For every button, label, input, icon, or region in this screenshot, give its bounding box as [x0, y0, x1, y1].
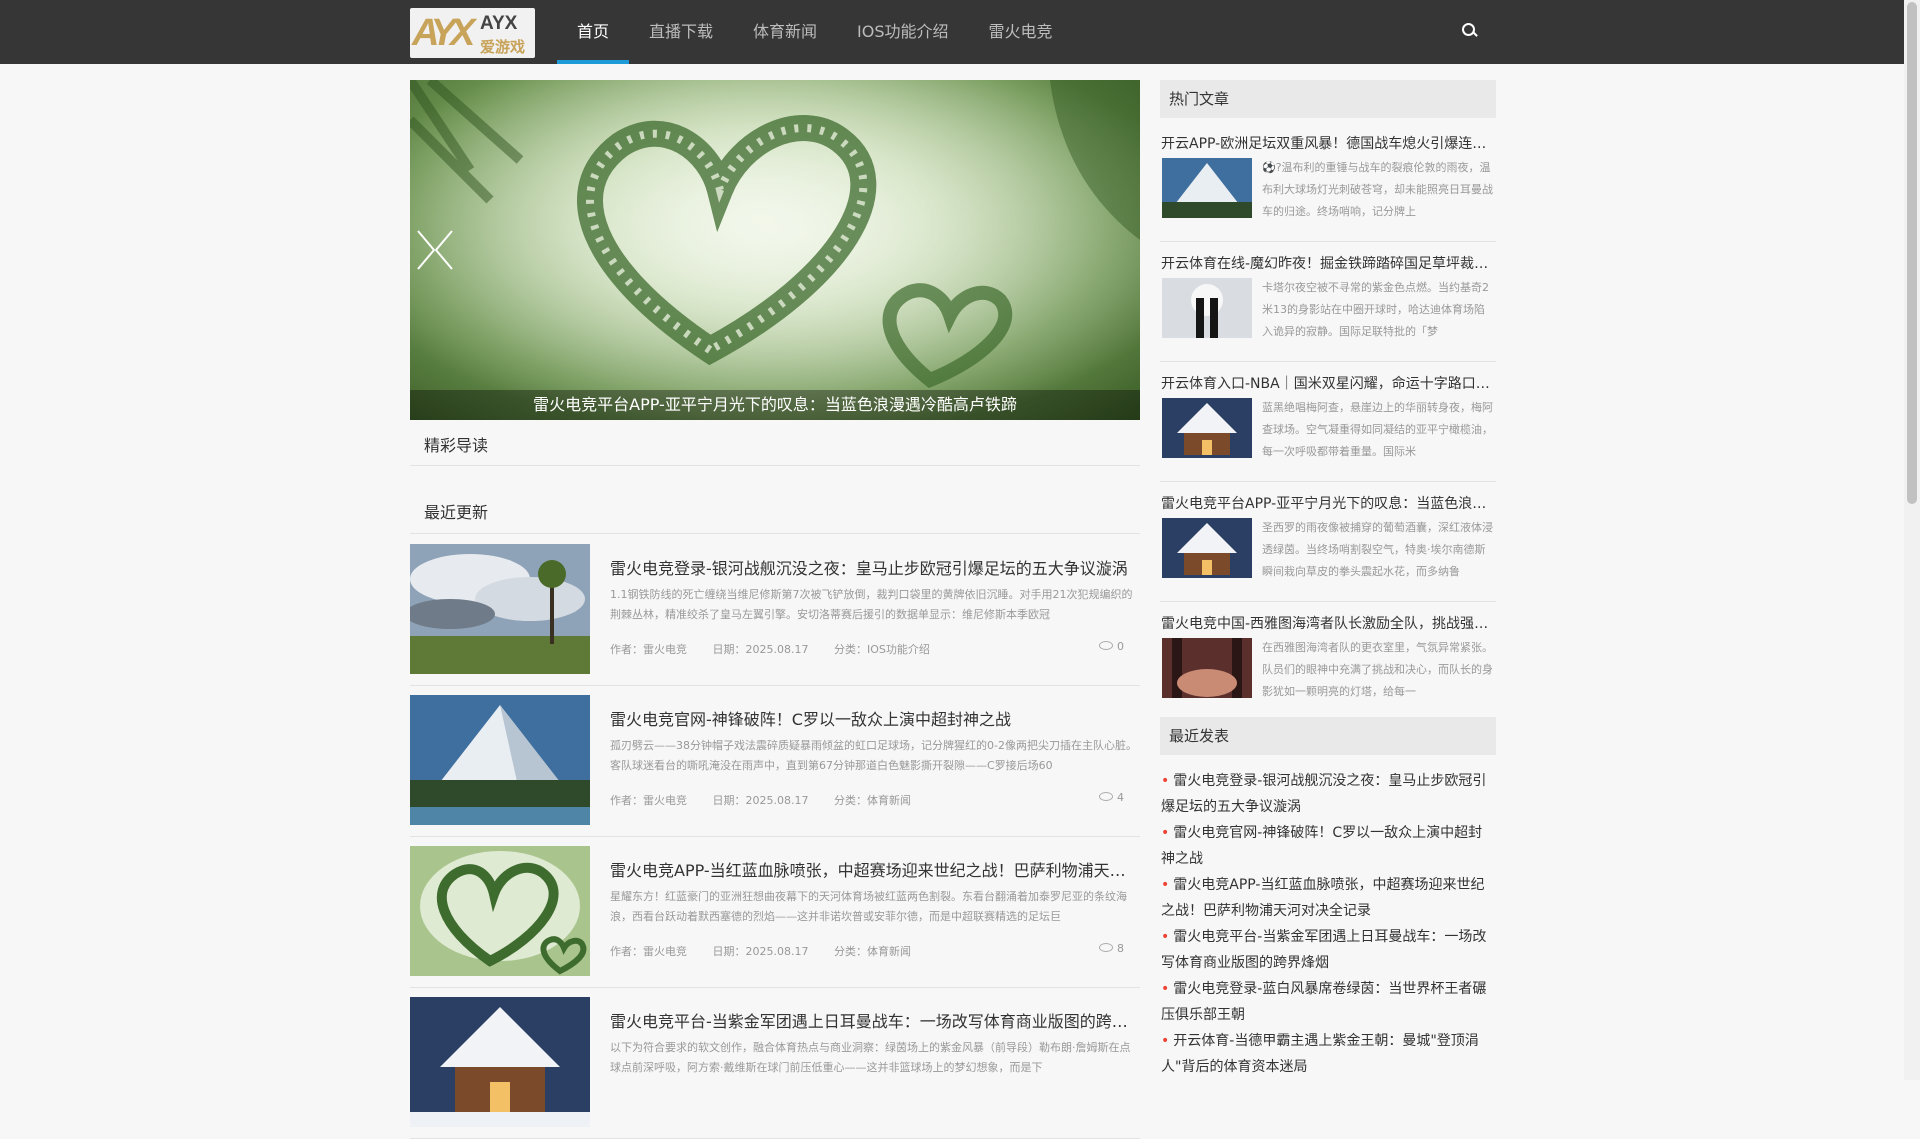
article-thumbnail[interactable] — [410, 544, 590, 674]
article-excerpt: 孤刃劈云——38分钟帽子戏法震碎质疑暴雨倾盆的虹口足球场，记分牌猩红的0-2像两… — [610, 739, 1137, 772]
article-meta: 作者：雷火电竞 日期：2025.08.17 分类：IOS功能介绍 — [610, 641, 952, 657]
recent-post-link[interactable]: • 雷火电竞官网-神锋破阵！C罗以一敌众上演中超封神之战 — [1160, 820, 1496, 872]
hot-article-title[interactable]: 雷火电竞平台APP-亚平宁月光下的叹息：当蓝色浪漫遇冷酷高卢铁蹄 — [1161, 493, 1491, 513]
hero-carousel[interactable]: 雷火电竞平台APP-亚平宁月光下的叹息：当蓝色浪漫遇冷酷高卢铁蹄 — [410, 80, 1140, 420]
article-title[interactable]: 雷火电竞官网-神锋破阵！C罗以一敌众上演中超封神之战 — [610, 706, 1140, 730]
hot-article-item: 开云体育在线-魔幻昨夜！掘金铁蹄踏碎国足草坪裁判争议 卡塔尔夜空被不寻常的紫金色… — [1160, 253, 1496, 362]
hot-article-excerpt: 卡塔尔夜空被不寻常的紫金色点燃。当约基奇2米13的身影站在中圈开球时，哈达迪体育… — [1262, 281, 1489, 338]
site-logo[interactable]: AYX AYX 爱游戏 — [410, 8, 535, 58]
hot-article-thumbnail[interactable] — [1162, 278, 1252, 338]
bullet-icon: • — [1161, 1033, 1170, 1049]
hot-article-excerpt: 蓝黑绝唱梅阿查，悬崖边上的华丽转身夜，梅阿查球场。空气凝重得如同凝结的亚平宁橄榄… — [1262, 401, 1493, 458]
nav-item-sports-news[interactable]: 体育新闻 — [733, 0, 837, 64]
article-author: 作者：雷火电竞 — [610, 794, 687, 807]
bullet-icon: • — [1161, 877, 1170, 893]
hot-article-excerpt: 圣西罗的雨夜像被捕穿的葡萄酒囊，深红液体浸透绿茵。当终场哨割裂空气，特奥·埃尔南… — [1262, 521, 1493, 578]
bullet-icon: • — [1161, 981, 1170, 997]
featured-section-header: 精彩导读 — [410, 420, 1140, 466]
recent-post-link[interactable]: • 开云体育-当德甲霸主遇上紫金王朝：曼城"登顶涓人"背后的体育资本迷局 — [1160, 1028, 1496, 1080]
article-item: 雷火电竞官网-神锋破阵！C罗以一敌众上演中超封神之战 孤刃劈云——38分钟帽子戏… — [410, 695, 1140, 837]
article-views: 0 — [1099, 640, 1124, 653]
logo-text: AYX — [480, 13, 518, 34]
bullet-icon: • — [1161, 825, 1170, 841]
article-excerpt: 1.1钢铁防线的死亡缠绕当维尼修斯第7次被飞铲放倒，裁判口袋里的黄牌依旧沉睡。对… — [610, 588, 1133, 621]
recent-post-link[interactable]: • 雷火电竞登录-银河战舰沉没之夜：皇马止步欧冠引爆足坛的五大争议漩涡 — [1160, 768, 1496, 820]
hot-article-item: 开云体育入口-NBA｜国米双星闪耀，命运十字路口的抉择 蓝黑绝唱梅阿查，悬崖边上… — [1160, 373, 1496, 482]
eye-icon — [1099, 792, 1113, 801]
recent-posts-title: 最近发表 — [1169, 727, 1230, 745]
recent-post-link[interactable]: • 雷火电竞平台-当紫金军团遇上日耳曼战车：一场改写体育商业版图的跨界烽烟 — [1160, 924, 1496, 976]
scrollbar-thumb[interactable] — [1907, 2, 1917, 504]
article-category[interactable]: 分类：IOS功能介绍 — [834, 643, 930, 656]
article-category[interactable]: 分类：体育新闻 — [834, 945, 911, 958]
article-excerpt: 星耀东方！红蓝豪门的亚洲狂想曲夜幕下的天河体育场被红蓝两色割裂。东看台翻涌着加泰… — [610, 890, 1127, 923]
hot-article-thumbnail[interactable] — [1162, 518, 1252, 578]
hot-article-title[interactable]: 开云体育入口-NBA｜国米双星闪耀，命运十字路口的抉择 — [1161, 373, 1491, 393]
chevron-right-icon[interactable] — [410, 225, 440, 275]
top-navbar: AYX AYX 爱游戏 首页 直播下载 体育新闻 IOS功能介绍 雷火电竞 — [0, 0, 1904, 64]
nav-item-leihuo-esports[interactable]: 雷火电竞 — [969, 0, 1073, 64]
hot-article-item: 开云APP-欧洲足坛双重风暴！德国战车熄火引爆连锁反应 ⚽?温布利的重锤与战车的… — [1160, 133, 1496, 242]
featured-section-title: 精彩导读 — [424, 436, 489, 455]
article-date: 日期：2025.08.17 — [712, 945, 809, 958]
hot-article-item: 雷火电竞中国-西雅图海湾者队长激励全队，挑战强敌迎来关键战役 在西雅图海湾者队的… — [1160, 613, 1496, 722]
article-item: 雷火电竞APP-当红蓝血脉喷张，中超赛场迎来世纪之战！巴萨利物浦天河对决全记录 … — [410, 846, 1140, 988]
article-author: 作者：雷火电竞 — [610, 945, 687, 958]
eye-icon — [1099, 641, 1113, 650]
hot-article-title[interactable]: 开云体育在线-魔幻昨夜！掘金铁蹄踏碎国足草坪裁判争议 — [1161, 253, 1491, 273]
article-date: 日期：2025.08.17 — [712, 643, 809, 656]
article-views: 8 — [1099, 942, 1124, 955]
bullet-icon: • — [1161, 773, 1170, 789]
article-title[interactable]: 雷火电竞平台-当紫金军团遇上日耳曼战车：一场改写体育商业版图的跨界烽烟 — [610, 1008, 1140, 1032]
article-item: 雷火电竞登录-银河战舰沉没之夜：皇马止步欧冠引爆足坛的五大争议漩涡 1.1钢铁防… — [410, 544, 1140, 686]
hot-article-thumbnail[interactable] — [1162, 638, 1252, 698]
hot-articles-header: 热门文章 — [1160, 80, 1496, 118]
article-title[interactable]: 雷火电竞APP-当红蓝血脉喷张，中超赛场迎来世纪之战！巴萨利物浦天河对决全记录 — [610, 857, 1140, 881]
recent-posts-list: • 雷火电竞登录-银河战舰沉没之夜：皇马止步欧冠引爆足坛的五大争议漩涡 • 雷火电竞… — [1160, 768, 1496, 1080]
bullet-icon: • — [1161, 929, 1170, 945]
nav-item-ios-features[interactable]: IOS功能介绍 — [837, 0, 968, 64]
article-meta: 作者：雷火电竞 日期：2025.08.17 分类：体育新闻 — [610, 943, 933, 959]
hot-article-thumbnail[interactable] — [1162, 158, 1252, 218]
nav-item-home[interactable]: 首页 — [557, 0, 630, 64]
latest-section-title: 最近更新 — [424, 503, 489, 522]
carousel-image — [410, 80, 1140, 420]
article-date: 日期：2025.08.17 — [712, 794, 809, 807]
article-item: 雷火电竞平台-当紫金军团遇上日耳曼战车：一场改写体育商业版图的跨界烽烟 以下为符… — [410, 997, 1140, 1139]
article-title[interactable]: 雷火电竞登录-银河战舰沉没之夜：皇马止步欧冠引爆足坛的五大争议漩涡 — [610, 555, 1140, 579]
article-excerpt: 以下为符合要求的软文创作，融合体育热点与商业洞察：绿茵场上的紫金风暴（前导段）勒… — [610, 1041, 1131, 1074]
main-nav: 首页 直播下载 体育新闻 IOS功能介绍 雷火电竞 — [557, 0, 1073, 64]
logo-mark: AYX — [412, 12, 475, 54]
hot-articles-title: 热门文章 — [1169, 90, 1230, 108]
hot-article-thumbnail[interactable] — [1162, 398, 1252, 458]
article-meta: 作者：雷火电竞 日期：2025.08.17 分类：体育新闻 — [610, 792, 933, 808]
logo-subtext: 爱游戏 — [480, 38, 526, 56]
article-views: 4 — [1099, 791, 1124, 804]
hot-article-item: 雷火电竞平台APP-亚平宁月光下的叹息：当蓝色浪漫遇冷酷高卢铁蹄 圣西罗的雨夜像… — [1160, 493, 1496, 602]
carousel-caption[interactable]: 雷火电竞平台APP-亚平宁月光下的叹息：当蓝色浪漫遇冷酷高卢铁蹄 — [410, 390, 1140, 420]
article-thumbnail[interactable] — [410, 997, 590, 1127]
recent-post-link[interactable]: • 雷火电竞登录-蓝白风暴席卷绿茵：当世界杯王者碾压俱乐部王朝 — [1160, 976, 1496, 1028]
hot-article-title[interactable]: 雷火电竞中国-西雅图海湾者队长激励全队，挑战强敌迎来关键战役 — [1161, 613, 1491, 633]
page-scrollbar[interactable] — [1904, 0, 1920, 1080]
latest-section-header: 最近更新 — [410, 486, 1140, 534]
recent-posts-header: 最近发表 — [1160, 717, 1496, 755]
article-thumbnail[interactable] — [410, 695, 590, 825]
hot-article-excerpt: ⚽?温布利的重锤与战车的裂痕伦敦的雨夜，温布利大球场灯光刺破苍穹，却未能照亮日耳… — [1262, 161, 1493, 218]
article-author: 作者：雷火电竞 — [610, 643, 687, 656]
article-category[interactable]: 分类：体育新闻 — [834, 794, 911, 807]
search-icon[interactable] — [1458, 20, 1482, 44]
eye-icon — [1099, 943, 1113, 952]
article-thumbnail[interactable] — [410, 846, 590, 976]
recent-post-link[interactable]: • 雷火电竞APP-当红蓝血脉喷张，中超赛场迎来世纪之战！巴萨利物浦天河对决全记录 — [1160, 872, 1496, 924]
hot-article-excerpt: 在西雅图海湾者队的更衣室里，气氛异常紧张。队员们的眼神中充满了挑战和决心，而队长… — [1262, 641, 1493, 698]
hot-article-title[interactable]: 开云APP-欧洲足坛双重风暴！德国战车熄火引爆连锁反应 — [1161, 133, 1491, 153]
nav-item-live-download[interactable]: 直播下载 — [629, 0, 733, 64]
